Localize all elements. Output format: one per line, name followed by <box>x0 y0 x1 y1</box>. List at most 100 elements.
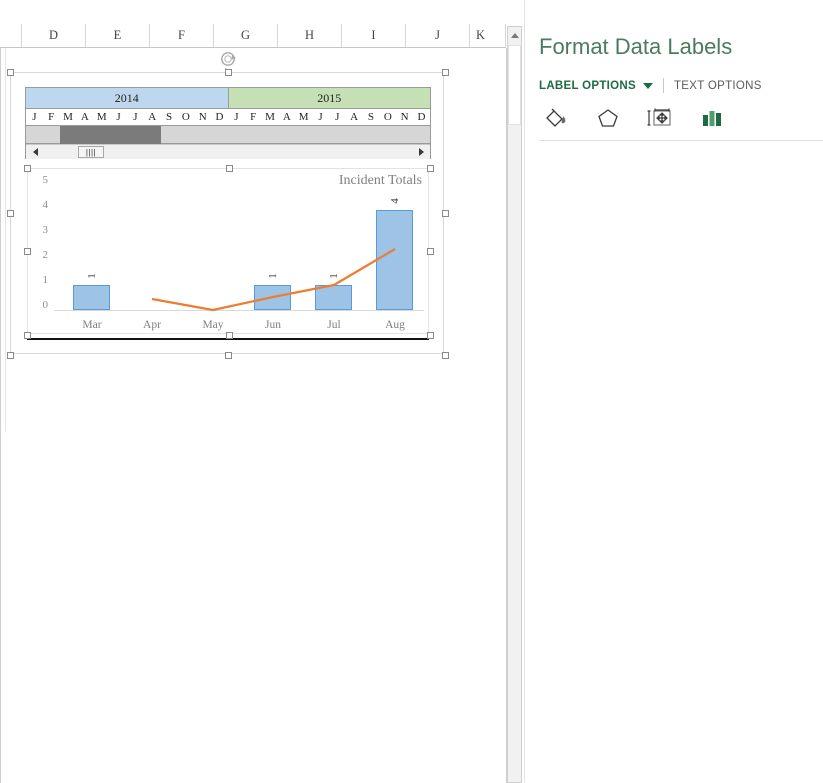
chart-resize-handle-ne[interactable] <box>442 69 449 76</box>
column-header-H[interactable]: H <box>278 24 342 47</box>
tab-separator <box>662 78 664 93</box>
column-header-F[interactable]: F <box>150 24 214 47</box>
timeline-month[interactable]: J <box>329 109 346 125</box>
vertical-scrollbar[interactable] <box>507 26 522 783</box>
pane-title: Format Data Labels <box>539 34 733 59</box>
chart-plot-area[interactable]: Incident Totals 5 4 3 2 1 0 1 1 1 4 Mar … <box>24 165 434 339</box>
timeline-month[interactable]: J <box>228 109 245 125</box>
timeline-month[interactable]: N <box>396 109 413 125</box>
column-header-rowcorner <box>0 24 22 47</box>
timeline-year-2014[interactable]: 2014 <box>26 88 229 108</box>
chart-resize-handle-sw[interactable] <box>7 352 14 359</box>
timeline-selection-bar[interactable] <box>60 126 161 144</box>
timeline-month-row: J F M A M J J A S O N D J F M A M J J A … <box>26 108 430 126</box>
chart-resize-handle-w[interactable] <box>7 210 14 217</box>
timeline-month[interactable]: S <box>161 109 178 125</box>
grid-line <box>0 48 1 783</box>
timeline-selection-track[interactable] <box>26 126 430 144</box>
tab-text-options[interactable]: TEXT OPTIONS <box>674 80 762 92</box>
bar-aug[interactable] <box>376 210 413 310</box>
bar-jun[interactable] <box>254 285 291 310</box>
timeline-month[interactable]: M <box>60 109 77 125</box>
timeline-slicer[interactable]: 2014 2015 J F M A M J J A S O N D J F M … <box>25 87 431 159</box>
grid-line <box>5 48 6 431</box>
column-header-E[interactable]: E <box>86 24 150 47</box>
timeline-month[interactable]: A <box>76 109 93 125</box>
plot-resize-handle-se[interactable] <box>427 332 434 339</box>
icon-tabs-underline <box>539 140 823 141</box>
tab-label-options[interactable]: LABEL OPTIONS <box>539 80 636 92</box>
y-axis-tick: 2 <box>42 249 49 261</box>
effects-pentagon-icon[interactable] <box>593 104 623 132</box>
data-label-mar[interactable]: 1 <box>86 269 98 283</box>
timeline-month[interactable]: M <box>295 109 312 125</box>
chart-object[interactable]: 2014 2015 J F M A M J J A S O N D J F M … <box>7 69 449 359</box>
x-axis-line <box>54 310 424 311</box>
timeline-year-2015[interactable]: 2015 <box>228 88 430 108</box>
plot-resize-handle-s[interactable] <box>226 332 233 339</box>
timeline-month[interactable]: S <box>363 109 380 125</box>
timeline-scrollbar[interactable]: |||| <box>26 144 430 159</box>
column-header-I[interactable]: I <box>342 24 406 47</box>
timeline-scroll-right-button[interactable] <box>414 145 428 159</box>
plot-canvas: Incident Totals 5 4 3 2 1 0 1 1 1 4 Mar … <box>28 169 428 333</box>
x-axis-label-aug: Aug <box>385 319 405 331</box>
scroll-up-button[interactable] <box>508 27 521 44</box>
pane-icon-tabs <box>541 104 727 132</box>
plot-resize-handle-ne[interactable] <box>427 165 434 172</box>
y-axis-tick: 0 <box>42 299 49 311</box>
timeline-month[interactable]: F <box>43 109 60 125</box>
data-label-jun[interactable]: 1 <box>267 269 279 283</box>
worksheet-area: D E F G H I J K 2014 2015 J F M A M J J … <box>0 0 524 783</box>
timeline-month[interactable]: A <box>278 109 295 125</box>
triangle-left-icon <box>32 148 38 156</box>
timeline-month[interactable]: O <box>379 109 396 125</box>
timeline-month[interactable]: D <box>211 109 228 125</box>
timeline-month[interactable]: J <box>127 109 144 125</box>
fill-and-line-icon[interactable] <box>541 104 571 132</box>
timeline-month[interactable]: J <box>312 109 329 125</box>
timeline-month[interactable]: O <box>177 109 194 125</box>
chart-resize-handle-e[interactable] <box>442 210 449 217</box>
timeline-month[interactable]: J <box>110 109 127 125</box>
timeline-month[interactable]: M <box>93 109 110 125</box>
y-axis-tick: 3 <box>42 224 49 236</box>
chart-title[interactable]: Incident Totals <box>339 173 422 189</box>
size-and-properties-icon[interactable] <box>645 104 675 132</box>
timeline-month[interactable]: M <box>262 109 279 125</box>
bar-mar[interactable] <box>73 285 110 310</box>
column-header-D[interactable]: D <box>22 24 86 47</box>
label-options-chart-icon[interactable] <box>697 104 727 132</box>
plot-resize-handle-nw[interactable] <box>24 165 31 172</box>
chart-resize-handle-nw[interactable] <box>7 69 14 76</box>
column-header-row: D E F G H I J K <box>0 24 506 48</box>
x-axis-label-may: May <box>202 319 224 331</box>
plot-resize-handle-w[interactable] <box>24 248 31 255</box>
column-header-G[interactable]: G <box>214 24 278 47</box>
plot-resize-handle-sw[interactable] <box>24 332 31 339</box>
scrollbar-thumb[interactable] <box>508 45 521 125</box>
timeline-month[interactable]: A <box>346 109 363 125</box>
data-label-jul[interactable]: 1 <box>328 269 340 283</box>
chevron-down-icon[interactable] <box>642 82 653 89</box>
chart-resize-handle-n[interactable] <box>225 69 232 76</box>
column-header-J[interactable]: J <box>406 24 470 47</box>
chart-resize-handle-s[interactable] <box>225 352 232 359</box>
data-label-aug[interactable]: 4 <box>389 194 401 208</box>
timeline-scroll-left-button[interactable] <box>28 145 42 159</box>
chart-resize-handle-se[interactable] <box>442 352 449 359</box>
timeline-month[interactable]: N <box>194 109 211 125</box>
excel-window: D E F G H I J K 2014 2015 J F M A M J J … <box>0 0 823 783</box>
pane-tab-bar: LABEL OPTIONS TEXT OPTIONS <box>539 78 762 93</box>
timeline-scroll-grip[interactable]: |||| <box>78 146 104 158</box>
bar-jul[interactable] <box>315 285 352 310</box>
y-axis-tick: 4 <box>42 199 49 211</box>
timeline-month[interactable]: D <box>413 109 430 125</box>
plot-resize-handle-e[interactable] <box>427 248 434 255</box>
plot-resize-handle-n[interactable] <box>226 165 233 172</box>
rotate-handle-icon[interactable] <box>219 50 239 70</box>
timeline-month[interactable]: F <box>245 109 262 125</box>
column-header-K[interactable]: K <box>470 24 506 47</box>
timeline-month[interactable]: A <box>144 109 161 125</box>
timeline-month[interactable]: J <box>26 109 43 125</box>
